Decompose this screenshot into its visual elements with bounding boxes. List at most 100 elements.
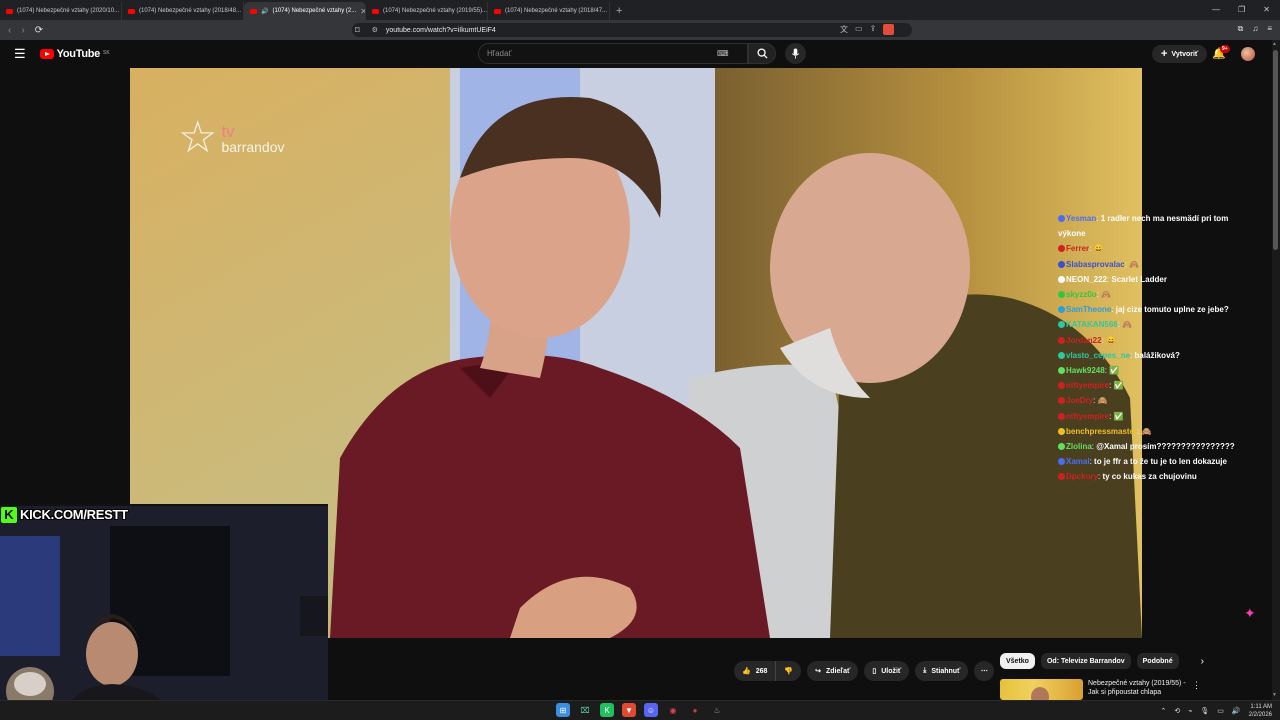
chat-badge-icon xyxy=(1058,215,1065,222)
forward-icon[interactable]: › xyxy=(21,25,24,36)
reload-icon[interactable]: ⟳ xyxy=(35,25,43,36)
chat-username[interactable]: KATAKAN566 xyxy=(1066,320,1118,329)
chat-message: Hawk9248: ✅ xyxy=(1058,363,1238,378)
terminal-icon[interactable]: ⌧ xyxy=(578,703,592,717)
network-icon[interactable]: ⌁ xyxy=(1188,707,1192,715)
mic-tray-icon[interactable]: 🎙 xyxy=(1200,707,1209,715)
chat-message: benchpressmaster: 🙈 xyxy=(1058,424,1238,439)
chat-username[interactable]: Hawk9248 xyxy=(1066,366,1105,375)
steam-icon[interactable]: ♨ xyxy=(710,703,724,717)
chat-username[interactable]: Dpckury xyxy=(1066,472,1098,481)
dislike-button[interactable]: 👎 xyxy=(776,661,802,681)
brave-shield-icon[interactable] xyxy=(883,24,895,35)
chat-badge-icon xyxy=(1058,351,1065,359)
more-actions-button[interactable]: ⋯ xyxy=(974,661,995,681)
menu-icon[interactable]: ≡ xyxy=(1267,24,1272,34)
chat-username[interactable]: Ferrer xyxy=(1066,244,1089,253)
chat-badge-icon xyxy=(1058,245,1065,253)
clock[interactable]: 1:11 AM 2/2/2026 xyxy=(1249,703,1272,719)
url-input[interactable]: ⌑ ⚙ youtube.com/watch?v=iIkumtUEiF4 xyxy=(352,23,912,37)
keyboard-icon[interactable]: ⌨ xyxy=(717,49,729,58)
save-button[interactable]: ▯ Uložiť xyxy=(864,661,910,681)
maximize-icon[interactable]: ❐ xyxy=(1238,5,1245,14)
browser-tab-active[interactable]: 🔊(1074) Nebezpečné vztahy (2...✕ xyxy=(244,2,366,20)
kick-app-icon[interactable]: K xyxy=(600,703,614,717)
sync-icon[interactable]: ⟲ xyxy=(1174,707,1180,715)
minimize-icon[interactable]: — xyxy=(1212,5,1220,14)
scrollbar-thumb[interactable] xyxy=(1273,50,1278,250)
chat-text: @Xamal prosím???????????????? xyxy=(1096,442,1235,452)
scroll-up-icon[interactable]: ▲ xyxy=(1272,41,1277,47)
chat-text: 😄 xyxy=(1106,335,1116,345)
brave-browser-icon[interactable]: ▼ xyxy=(622,703,636,717)
chat-username[interactable]: Xamal xyxy=(1066,457,1090,466)
volume-icon[interactable]: 🔊 xyxy=(1232,707,1241,715)
browser-tab[interactable]: (1074) Nebezpečné vztahy (2018/48... xyxy=(122,2,244,20)
chat-username[interactable]: benchpressmaster xyxy=(1066,427,1137,436)
chat-username[interactable]: Slabasprovalac xyxy=(1066,260,1125,269)
hamburger-menu-icon[interactable]: ☰ xyxy=(14,46,26,62)
display-icon[interactable]: ▭ xyxy=(1217,707,1224,715)
more-horizontal-icon: ⋯ xyxy=(980,668,988,675)
create-button[interactable]: + Vytvoriť xyxy=(1152,45,1208,63)
webcam-overlay xyxy=(0,504,328,720)
chip-related[interactable]: Podobné xyxy=(1136,653,1179,669)
browser-tab[interactable]: (1074) Nebezpečné vztahy (2019/55)... xyxy=(366,2,488,20)
chat-username[interactable]: Yesman xyxy=(1066,214,1096,223)
chat-message: skyzz0o: 🙈 xyxy=(1058,287,1238,302)
extensions-icon[interactable]: ⧉ xyxy=(1238,24,1244,34)
chat-overlay: Yesman: 1 radler nech ma nesmädí pri tom… xyxy=(1058,211,1238,485)
cast-icon[interactable]: ▭ xyxy=(855,24,863,35)
chat-badge-icon xyxy=(1058,443,1065,451)
chevron-right-icon[interactable]: › xyxy=(1201,656,1204,667)
windows-start-icon[interactable]: ⊞ xyxy=(556,703,570,717)
chat-message: Slabasprovalac: 🙈 xyxy=(1058,257,1238,272)
recommended-thumbnail[interactable] xyxy=(1000,679,1083,700)
like-button[interactable]: 👍 268 xyxy=(734,661,777,681)
windows-taskbar: ⊞ ⌧ K ▼ ☺ ◉ ● ♨ ⌃ ⟲ ⌁ 🎙 ▭ 🔊 1:11 AM 2/2/… xyxy=(0,700,1280,720)
search-input[interactable] xyxy=(487,49,717,58)
chat-badge-icon xyxy=(1058,275,1065,283)
chat-username[interactable]: niftyempire xyxy=(1066,381,1109,390)
chat-message: Zlolina: @Xamal prosím???????????????? xyxy=(1058,439,1238,454)
chat-text: jaj cize tomuto uplne ze jebe? xyxy=(1115,305,1229,315)
chat-text: ty co kukas za chujovinu xyxy=(1102,472,1197,482)
chat-badge-icon xyxy=(1058,382,1065,390)
chat-username[interactable]: NEON_222 xyxy=(1066,275,1107,284)
chip-channel[interactable]: Od: Televize Barrandov xyxy=(1040,653,1131,669)
bookmark-icon[interactable]: ⌑ xyxy=(355,25,360,36)
chat-username[interactable]: Zlolina xyxy=(1066,442,1092,451)
discord-icon[interactable]: ☺ xyxy=(644,703,658,717)
chat-username[interactable]: vlasto_cepes_ne xyxy=(1066,351,1130,360)
avatar[interactable] xyxy=(1241,47,1255,61)
browser-tab[interactable]: (1074) Nebezpečné vztahy (2018/47... xyxy=(488,2,610,20)
app-icon[interactable]: ● xyxy=(688,703,702,717)
chat-username[interactable]: SamTheone xyxy=(1066,305,1111,314)
app-icon[interactable]: ◉ xyxy=(666,703,680,717)
close-window-icon[interactable]: ✕ xyxy=(1263,5,1270,14)
chat-username[interactable]: JoeDry xyxy=(1066,396,1093,405)
voice-search-button[interactable] xyxy=(785,43,806,64)
recommended-title[interactable]: Nebezpečné vztahy (2019/55) - Jak si při… xyxy=(1088,679,1188,697)
scroll-down-icon[interactable]: ▼ xyxy=(1272,692,1277,698)
new-tab-button[interactable]: + xyxy=(610,5,628,20)
media-icon[interactable]: ♫ xyxy=(1252,24,1258,34)
tv-barrandov-watermark: ☆ tv barrandov xyxy=(178,113,285,162)
chat-username[interactable]: Jordan22 xyxy=(1066,336,1102,345)
chat-username[interactable]: skyzz0o xyxy=(1066,290,1097,299)
share-page-icon[interactable]: ⇪ xyxy=(870,24,877,35)
chip-all[interactable]: Všetko xyxy=(1000,653,1035,669)
search-button[interactable] xyxy=(748,43,776,64)
browser-tab[interactable]: (1074) Nebezpečné vztahy (2020/10... xyxy=(0,2,122,20)
translate-icon[interactable]: 文 xyxy=(840,24,848,35)
chat-username[interactable]: niftyempire xyxy=(1066,412,1109,421)
back-icon[interactable]: ‹ xyxy=(8,25,11,36)
star-logo-icon: ☆ xyxy=(178,113,218,162)
search-icon xyxy=(756,48,768,59)
youtube-logo[interactable]: YouTube SK xyxy=(39,48,110,60)
tray-chevron-icon[interactable]: ⌃ xyxy=(1160,707,1166,715)
share-button[interactable]: ↪ Zdieľať xyxy=(807,661,859,681)
download-button[interactable]: ⤓ Stiahnuť xyxy=(915,661,969,681)
site-info-icon[interactable]: ⚙ xyxy=(372,26,378,34)
more-vertical-icon[interactable]: ⋮ xyxy=(1192,680,1201,691)
